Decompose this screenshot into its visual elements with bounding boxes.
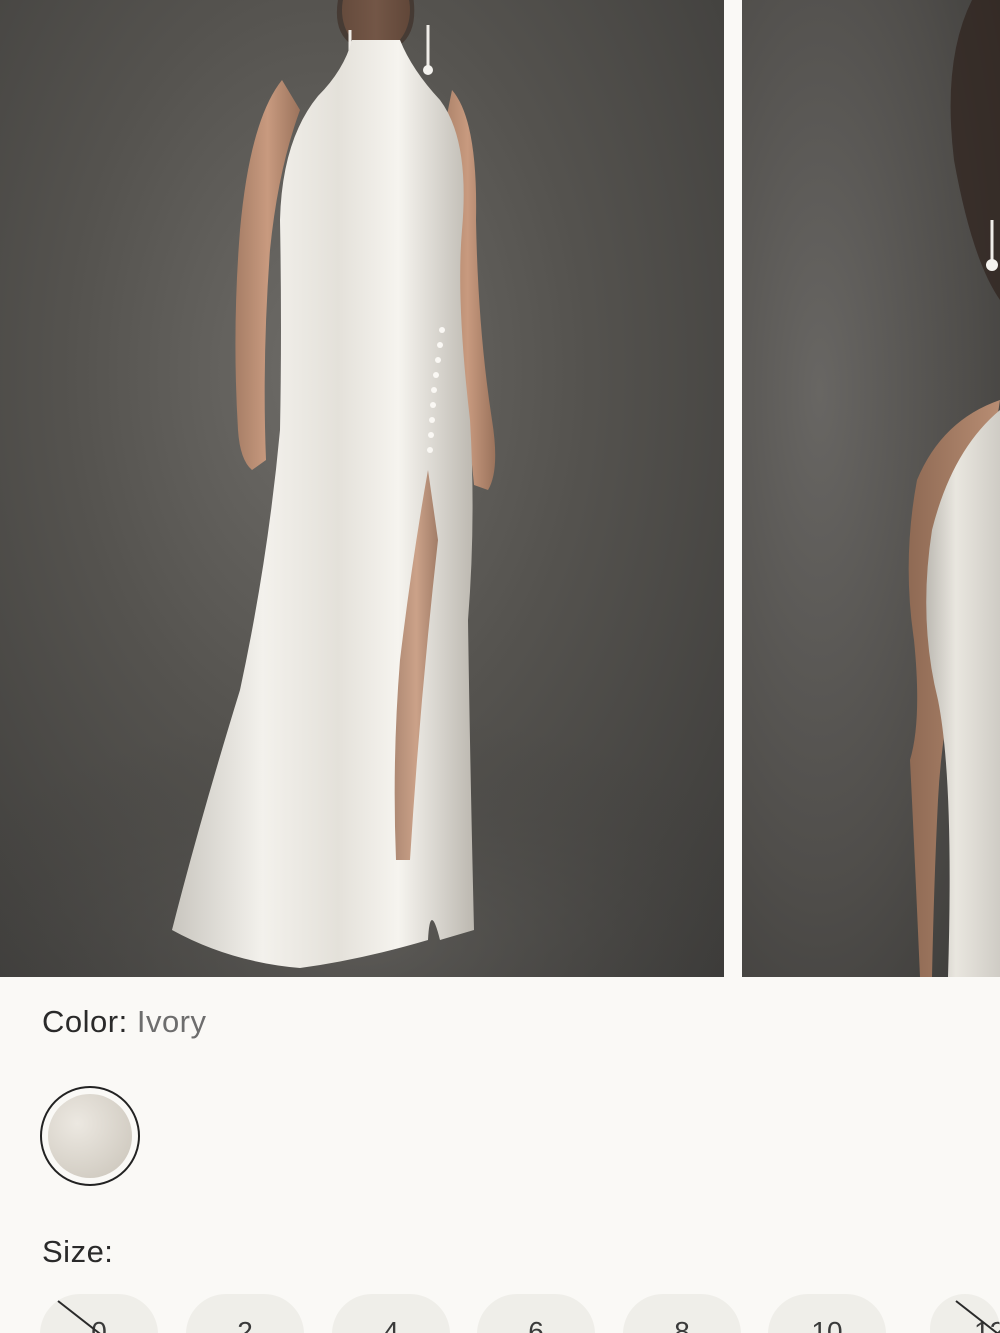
size-label: Size: [42,1234,114,1269]
color-selection-heading: Color: Ivory [42,1004,207,1040]
size-option-0[interactable]: 0 [40,1294,158,1333]
size-option-12[interactable]: 12 [930,1294,1000,1333]
size-option-label: 10 [811,1316,843,1333]
size-option-label: 4 [383,1316,399,1333]
size-option-2[interactable]: 2 [186,1294,304,1333]
size-option-8[interactable]: 8 [623,1294,741,1333]
color-swatch-ivory[interactable] [40,1086,140,1186]
product-photo-front[interactable] [0,0,724,977]
size-option-label: 8 [674,1316,690,1333]
selected-color-value: Ivory [136,1004,207,1039]
color-swatch-chip [48,1094,132,1178]
dress-side-illustration [908,0,1000,977]
dress-front-illustration [0,0,724,977]
size-option-6[interactable]: 6 [477,1294,595,1333]
size-option-4[interactable]: 4 [332,1294,450,1333]
product-page: Color: Ivory Size: 0 2 4 6 8 10 12 [0,0,1000,1333]
size-option-label: 6 [528,1316,544,1333]
product-photo-side[interactable] [742,0,1000,977]
product-image-carousel[interactable] [0,0,1000,977]
size-options: 0 2 4 6 8 10 12 [40,1294,1000,1333]
color-label: Color: [42,1004,128,1039]
size-option-label: 2 [237,1316,253,1333]
size-option-10[interactable]: 10 [768,1294,886,1333]
